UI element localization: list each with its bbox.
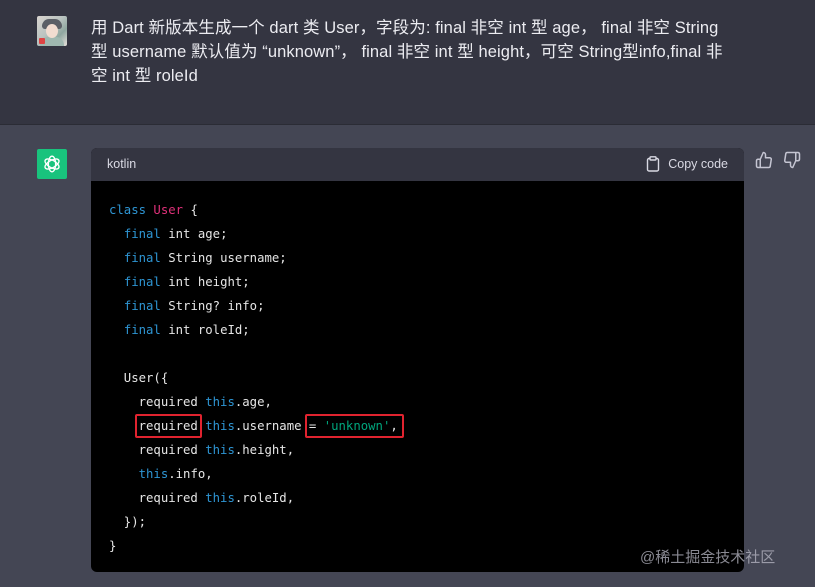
code-token: int age; <box>160 227 228 241</box>
code-line: } <box>109 534 398 558</box>
code-token: .height, <box>234 443 295 457</box>
code-token: .roleId, <box>234 491 295 505</box>
code-block-header: kotlin Copy code <box>91 148 744 181</box>
code-block: kotlin Copy code class User { final int … <box>91 148 744 572</box>
code-line: final String username; <box>109 246 398 270</box>
user-message-line: 型 username 默认值为 “unknown”， final 非空 int … <box>91 43 723 61</box>
highlight-default-value <box>304 414 404 438</box>
code-token: { <box>183 203 198 217</box>
code-token: User({ <box>109 371 169 385</box>
watermark: @稀土掘金技术社区 <box>640 549 776 566</box>
code-token: this <box>205 419 235 433</box>
code-token: } <box>109 539 117 553</box>
code-token: class <box>109 203 154 217</box>
code-line: }); <box>109 510 398 534</box>
code-token: final <box>123 227 161 241</box>
code-token: String username; <box>160 251 287 265</box>
user-avatar <box>37 16 67 46</box>
code-token: this <box>205 395 235 409</box>
user-message-line: 空 int 型 roleId <box>91 67 198 85</box>
copy-code-label: Copy code <box>668 157 728 171</box>
code-token: this <box>205 443 235 457</box>
openai-logo-icon <box>37 149 67 179</box>
code-token: int height; <box>160 275 250 289</box>
code-line: required this.username = 'unknown', <box>109 414 404 438</box>
code-line: final int height; <box>109 270 398 294</box>
code-token: required <box>109 491 206 505</box>
code-token: final <box>123 299 161 313</box>
clipboard-icon <box>646 156 660 172</box>
copy-code-button[interactable]: Copy code <box>646 156 728 172</box>
code-line: required this.age, <box>109 390 398 414</box>
code-token: int roleId; <box>160 323 250 337</box>
code-line: required this.height, <box>109 438 398 462</box>
thumbs-up-icon[interactable] <box>755 151 773 169</box>
code-token: final <box>123 251 161 265</box>
code-token: User <box>153 203 184 217</box>
code-language-label: kotlin <box>107 157 137 171</box>
code-line: this.info, <box>109 462 398 486</box>
code-token: this <box>205 491 235 505</box>
user-message-text: 用 Dart 新版本生成一个 dart 类 User，字段为: final 非空… <box>91 16 771 88</box>
code-token: final <box>123 275 161 289</box>
code-line: final int roleId; <box>109 318 398 342</box>
code-content: class User { final int age; final String… <box>109 198 404 558</box>
code-token: final <box>123 323 161 337</box>
code-line: final int age; <box>109 222 398 246</box>
code-line: User({ <box>109 366 398 390</box>
code-token: .info, <box>168 467 213 481</box>
code-token: required <box>109 443 206 457</box>
code-token: .age, <box>234 395 272 409</box>
code-line: final String? info; <box>109 294 398 318</box>
code-line: required this.roleId, <box>109 486 398 510</box>
highlight-required <box>134 414 202 438</box>
code-token: String? info; <box>160 299 265 313</box>
code-token: this <box>138 467 169 481</box>
code-token: }); <box>109 515 147 529</box>
user-message-line: 用 Dart 新版本生成一个 dart 类 User，字段为: final 非空… <box>91 19 719 37</box>
code-token: required <box>109 395 206 409</box>
code-line: class User { <box>109 198 398 222</box>
thumbs-down-icon[interactable] <box>783 151 801 169</box>
user-message-row: 用 Dart 新版本生成一个 dart 类 User，字段为: final 非空… <box>0 0 815 125</box>
